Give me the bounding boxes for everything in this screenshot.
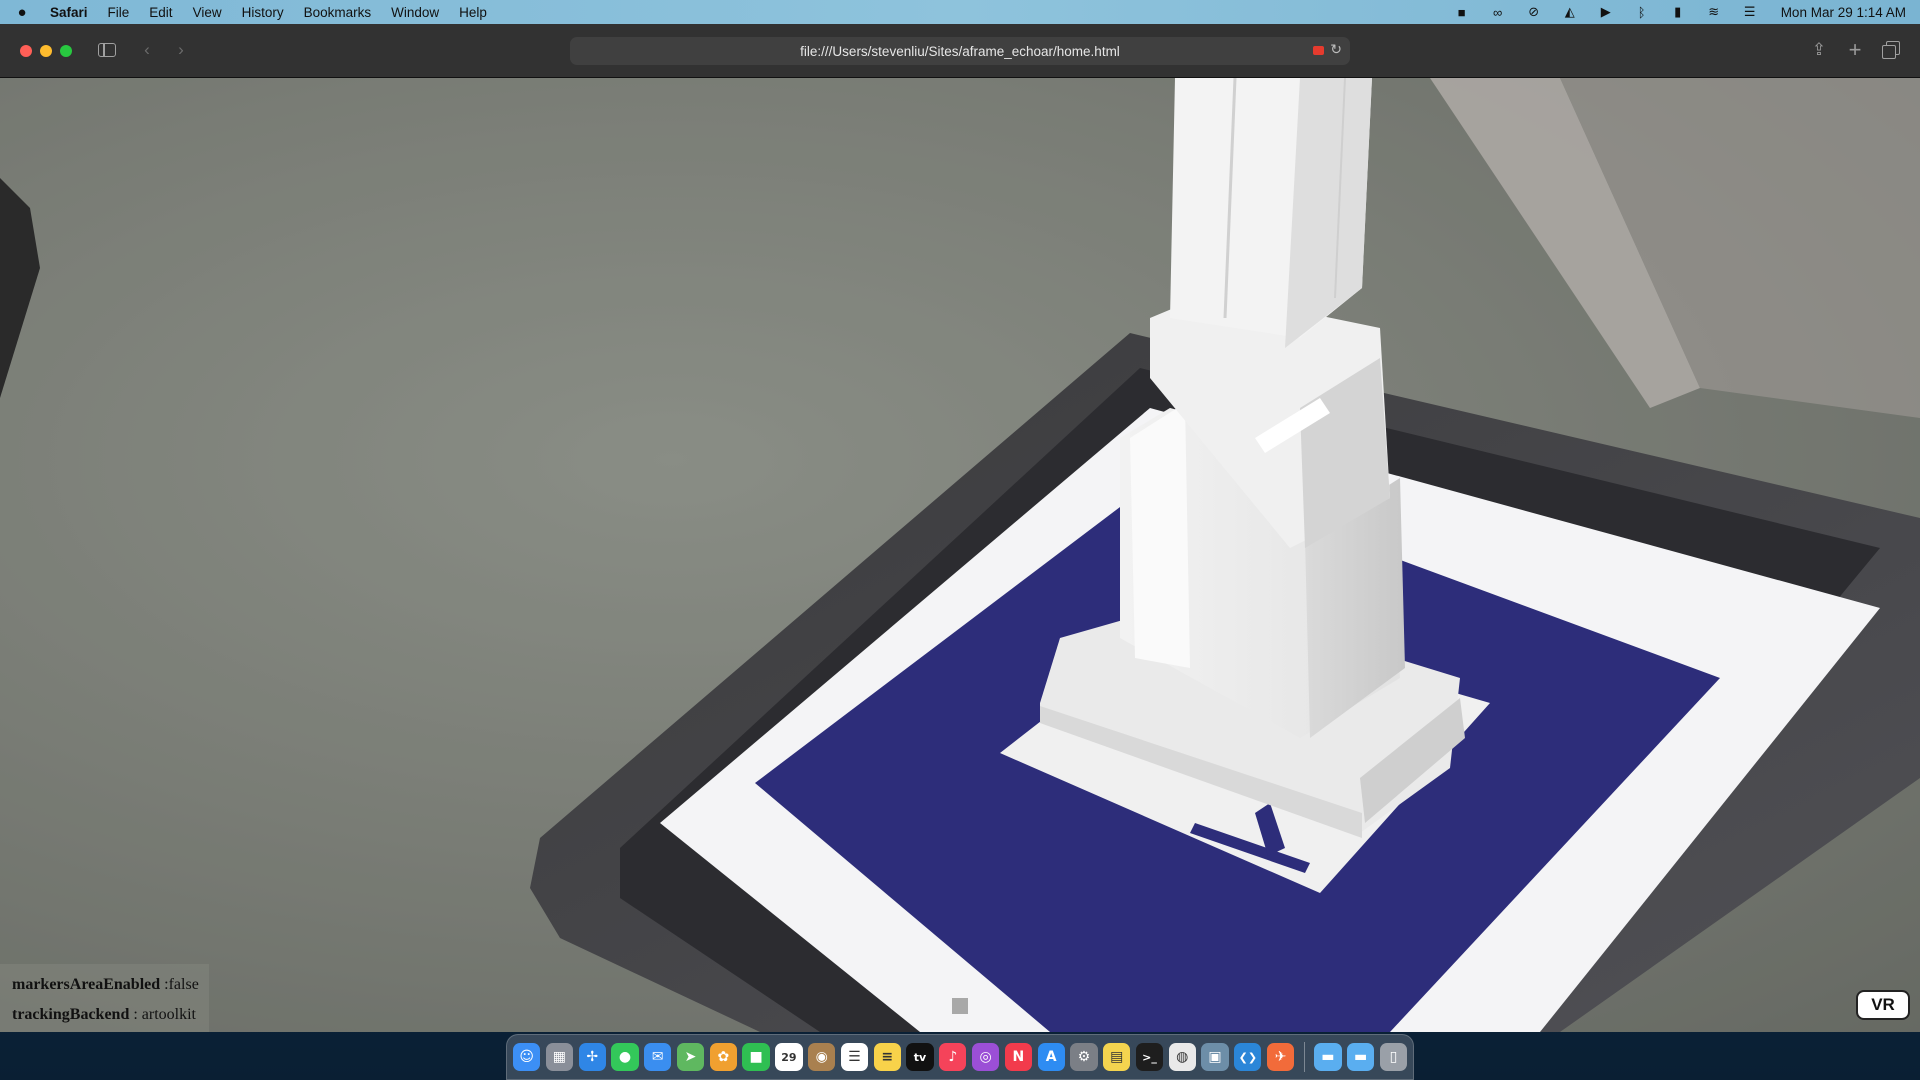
maps-icon[interactable]: ➤ bbox=[676, 1043, 705, 1071]
share-icon[interactable]: ⇪ bbox=[1808, 39, 1830, 61]
safari-window: ‹ › file:///Users/stevenliu/Sites/aframe… bbox=[0, 24, 1920, 1032]
facetime-icon[interactable]: ■ bbox=[742, 1043, 770, 1071]
creative-cloud-icon[interactable]: ∞ bbox=[1489, 5, 1507, 20]
camera-in-use-icon[interactable] bbox=[1313, 46, 1324, 55]
ar-debug-panel: markersAreaEnabled :false trackingBacken… bbox=[0, 964, 209, 1032]
terminal-icon[interactable]: >_ bbox=[1135, 1043, 1164, 1071]
menu-bookmarks[interactable]: Bookmarks bbox=[304, 5, 372, 20]
new-tab-icon[interactable]: + bbox=[1844, 39, 1866, 61]
app-store-icon[interactable]: A bbox=[1037, 1043, 1065, 1071]
swift-playgrounds-icon[interactable]: ✈ bbox=[1266, 1043, 1295, 1071]
safari-icon[interactable]: ✢ bbox=[578, 1043, 606, 1071]
preview-icon[interactable]: ▣ bbox=[1201, 1043, 1229, 1071]
launchpad-icon[interactable]: ▦ bbox=[545, 1043, 574, 1071]
loading-indicator bbox=[952, 998, 968, 1014]
menu-bar: ● Safari File Edit View History Bookmark… bbox=[0, 0, 1920, 24]
vscode-icon[interactable]: ❮❯ bbox=[1234, 1043, 1262, 1071]
menu-window[interactable]: Window bbox=[391, 5, 439, 20]
close-window-button[interactable] bbox=[20, 45, 32, 57]
finder-icon[interactable]: ☺ bbox=[513, 1043, 541, 1071]
address-bar[interactable]: file:///Users/stevenliu/Sites/aframe_ech… bbox=[570, 37, 1350, 65]
url-text: file:///Users/stevenliu/Sites/aframe_ech… bbox=[800, 43, 1120, 59]
dock: ☺ ▦ ✢ ● ✉ ➤ ✿ ■ 29 ◉ ☰ ≡ tv ♪ ◎ N A ⚙ ▤ >_ ◍ ▣ ❮❯ ✈ ▬ ▬ ▯ bbox=[506, 1034, 1414, 1080]
control-center-icon[interactable]: ☰ bbox=[1741, 4, 1759, 20]
status-area: ■ ∞ ⊘ ◭ ▶ ᛒ ▮ ≋ ☰ Mon Mar 29 1:14 AM bbox=[1453, 4, 1906, 20]
debug-key: trackingBackend bbox=[12, 1006, 130, 1023]
enter-vr-button[interactable]: VR bbox=[1856, 990, 1910, 1020]
camera-feed bbox=[0, 78, 1920, 1032]
wifi-icon[interactable]: ≋ bbox=[1705, 4, 1723, 20]
downloads-folder-icon[interactable]: ▬ bbox=[1314, 1043, 1342, 1071]
sidebar-toggle-icon[interactable] bbox=[96, 39, 118, 61]
menu-help[interactable]: Help bbox=[459, 5, 487, 20]
tab-overview-icon[interactable] bbox=[1880, 39, 1902, 61]
bluetooth-icon[interactable]: ᛒ bbox=[1633, 5, 1651, 20]
reminders-icon[interactable]: ☰ bbox=[840, 1043, 869, 1071]
apple-tv-icon[interactable]: tv bbox=[906, 1043, 934, 1071]
minimize-window-button[interactable] bbox=[40, 45, 52, 57]
play-icon[interactable]: ▶ bbox=[1597, 4, 1615, 20]
menu-edit[interactable]: Edit bbox=[149, 5, 172, 20]
documents-folder-icon[interactable]: ▬ bbox=[1347, 1043, 1375, 1071]
menu-file[interactable]: File bbox=[108, 5, 130, 20]
reload-icon[interactable]: ↻ bbox=[1330, 41, 1342, 58]
battery-icon[interactable]: ▮ bbox=[1669, 4, 1687, 20]
stickies-icon[interactable]: ▤ bbox=[1103, 1043, 1131, 1071]
debug-row: trackingBackend : artoolkit bbox=[12, 1000, 199, 1030]
browser-toolbar: ‹ › file:///Users/stevenliu/Sites/aframe… bbox=[0, 24, 1920, 78]
ar-viewport[interactable]: markersAreaEnabled :false trackingBacken… bbox=[0, 78, 1920, 1032]
trash-icon[interactable]: ▯ bbox=[1379, 1043, 1408, 1071]
debug-row: markersAreaEnabled :false bbox=[12, 970, 199, 1000]
podcasts-icon[interactable]: ◎ bbox=[971, 1043, 1000, 1071]
debug-value: : artoolkit bbox=[129, 1006, 196, 1023]
messages-icon[interactable]: ● bbox=[611, 1043, 639, 1071]
video-camera-icon[interactable]: ■ bbox=[1453, 5, 1471, 20]
chrome-icon[interactable]: ◍ bbox=[1168, 1043, 1196, 1071]
news-icon[interactable]: N bbox=[1004, 1043, 1032, 1071]
notes-icon[interactable]: ≡ bbox=[873, 1043, 901, 1071]
photos-icon[interactable]: ✿ bbox=[709, 1043, 737, 1071]
app-menu[interactable]: Safari bbox=[50, 5, 88, 20]
calendar-icon[interactable]: 29 bbox=[775, 1043, 803, 1071]
fullscreen-window-button[interactable] bbox=[60, 45, 72, 57]
system-preferences-icon[interactable]: ⚙ bbox=[1070, 1043, 1098, 1071]
menu-clock[interactable]: Mon Mar 29 1:14 AM bbox=[1781, 5, 1906, 20]
dock-separator bbox=[1303, 1042, 1305, 1072]
adobe-icon[interactable]: ◭ bbox=[1561, 4, 1579, 20]
sync-icon[interactable]: ⊘ bbox=[1525, 4, 1543, 20]
apple-menu-icon[interactable]: ● bbox=[14, 4, 30, 21]
debug-value: :false bbox=[160, 976, 199, 993]
menu-history[interactable]: History bbox=[242, 5, 284, 20]
back-icon[interactable]: ‹ bbox=[136, 39, 158, 61]
debug-key: markersAreaEnabled bbox=[12, 976, 161, 993]
menu-view[interactable]: View bbox=[193, 5, 222, 20]
mail-icon[interactable]: ✉ bbox=[644, 1043, 672, 1071]
music-icon[interactable]: ♪ bbox=[939, 1043, 967, 1071]
contacts-icon[interactable]: ◉ bbox=[808, 1043, 836, 1071]
forward-icon[interactable]: › bbox=[170, 39, 192, 61]
window-controls bbox=[20, 45, 72, 57]
